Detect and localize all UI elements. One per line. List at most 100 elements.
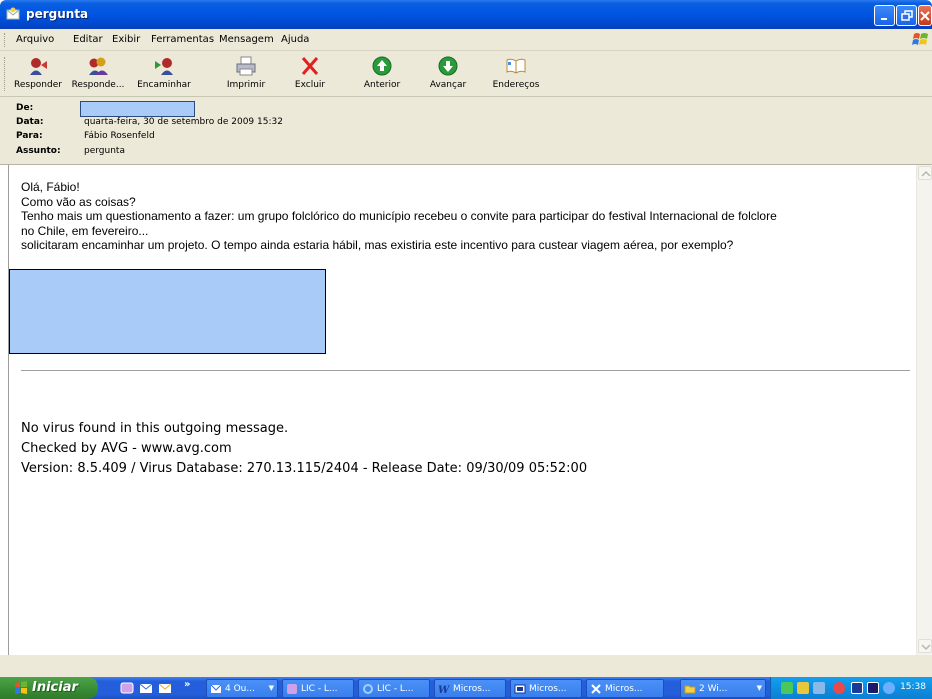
reply-label: Responder <box>14 80 62 90</box>
avg-line: No virus found in this outgoing message. <box>21 421 289 436</box>
outlook-icon <box>210 684 222 693</box>
folder-icon <box>684 685 696 694</box>
forward-icon <box>155 58 173 75</box>
taskbar-button-lic-1[interactable]: LIC - L... <box>282 679 354 698</box>
menu-editar[interactable]: Editar <box>73 34 103 45</box>
ie-icon <box>363 684 373 694</box>
print-button[interactable]: Imprimir <box>218 53 274 95</box>
menu-arquivo[interactable]: Arquivo <box>16 34 54 45</box>
forward-button[interactable]: Encaminhar <box>130 53 198 95</box>
quicklaunch-mail-icon[interactable] <box>139 681 153 695</box>
task-label: 4 Ou... <box>225 684 255 694</box>
redacted-sender <box>80 101 195 117</box>
message-line: Tenho mais um questionamento a fazer: um… <box>21 209 777 223</box>
windows-logo-icon <box>912 33 928 45</box>
addresses-button[interactable]: Endereços <box>486 53 546 95</box>
previous-label: Anterior <box>363 80 401 90</box>
addresses-label: Endereços <box>492 80 540 90</box>
avg-line: Version: 8.5.409 / Virus Database: 270.1… <box>21 461 588 476</box>
taskbar-button-folders[interactable]: 2 Wi... ▼ <box>680 679 766 698</box>
restore-button[interactable] <box>896 5 917 26</box>
previous-button[interactable]: Anterior <box>356 53 408 95</box>
task-label: 2 Wi... <box>699 684 728 694</box>
menu-mensagem[interactable]: Mensagem <box>219 34 274 45</box>
toolbar: Responder Responde... Encaminhar Imprimi… <box>0 51 932 97</box>
start-button[interactable]: Iniciar <box>0 677 98 699</box>
message-line: Olá, Fábio! <box>21 180 80 194</box>
tray-media-icon[interactable] <box>867 682 879 694</box>
system-tray: 15:38 <box>770 677 932 699</box>
task-label: Micros... <box>529 684 567 694</box>
quicklaunch-app-icon[interactable] <box>120 681 134 695</box>
redacted-signature <box>9 269 326 354</box>
to-value: Fábio Rosenfeld <box>84 131 155 141</box>
word-icon: W <box>438 685 450 695</box>
message-text: Olá, Fábio! Como vão as coisas? Tenho ma… <box>21 180 911 253</box>
tray-avg-icon[interactable] <box>851 682 863 694</box>
taskbar: Iniciar » 4 Ou... ▼ LIC - L... LIC - L..… <box>0 677 932 699</box>
task-label: LIC - L... <box>377 684 414 694</box>
delete-button[interactable]: Excluir <box>284 53 336 95</box>
reply-button[interactable]: Responder <box>8 53 68 95</box>
restore-icon <box>901 10 913 21</box>
date-label: Data: <box>16 117 44 127</box>
minimize-button[interactable] <box>874 5 895 26</box>
menu-ajuda[interactable]: Ajuda <box>281 34 309 45</box>
next-button[interactable]: Avançar <box>420 53 476 95</box>
taskbar-button-word[interactable]: W Micros... <box>434 679 506 698</box>
subject-value: pergunta <box>84 146 125 156</box>
menu-grip[interactable] <box>4 33 7 47</box>
scroll-down-button[interactable] <box>918 639 932 653</box>
taskbar-button-excel[interactable]: Micros... <box>586 679 664 698</box>
tray-shield-icon[interactable] <box>833 682 845 694</box>
address-book-icon <box>506 58 526 74</box>
quicklaunch-mail2-icon[interactable] <box>158 681 172 695</box>
close-icon <box>920 11 930 21</box>
forward-label: Encaminhar <box>137 80 191 90</box>
up-arrow-icon <box>372 56 392 76</box>
taskbar-button-presentation[interactable]: Micros... <box>510 679 582 698</box>
from-label: De: <box>16 103 34 113</box>
browser-icon <box>287 684 297 694</box>
avg-footer: No virus found in this outgoing message.… <box>21 419 587 479</box>
chevron-up-icon <box>921 170 931 177</box>
chevron-down-icon <box>921 644 931 651</box>
svg-text:W: W <box>438 685 450 695</box>
date-value: quarta-feira, 30 de setembro de 2009 15:… <box>84 117 283 127</box>
tray-display-icon[interactable] <box>813 682 825 694</box>
message-line: no Chile, em fevereiro... <box>21 223 149 238</box>
close-button[interactable] <box>918 5 932 26</box>
task-label: Micros... <box>605 684 643 694</box>
subject-label: Assunto: <box>16 146 61 156</box>
menu-exibir[interactable]: Exibir <box>112 34 140 45</box>
menu-bar: Arquivo Editar Exibir Ferramentas Mensag… <box>0 29 932 51</box>
vertical-scrollbar[interactable] <box>916 165 932 655</box>
delete-x-icon <box>301 57 319 75</box>
menu-ferramentas[interactable]: Ferramentas <box>151 34 214 45</box>
dropdown-arrow-icon: ▼ <box>756 684 762 692</box>
status-strip <box>0 655 932 677</box>
taskbar-button-lic-2[interactable]: LIC - L... <box>358 679 430 698</box>
toolbar-grip[interactable] <box>4 57 7 91</box>
tray-people-icon[interactable] <box>797 682 809 694</box>
printer-icon <box>236 56 256 76</box>
tray-update-icon[interactable] <box>883 682 895 694</box>
taskbar-button-outlook[interactable]: 4 Ou... ▼ <box>206 679 278 698</box>
tray-network-icon[interactable] <box>781 682 793 694</box>
title-bar[interactable]: pergunta <box>0 0 932 29</box>
task-label: LIC - L... <box>301 684 338 694</box>
message-body[interactable]: Olá, Fábio! Como vão as coisas? Tenho ma… <box>8 165 916 655</box>
start-label: Iniciar <box>32 680 78 695</box>
minimize-icon <box>881 18 887 20</box>
to-label: Para: <box>16 131 43 141</box>
excel-icon <box>591 684 601 694</box>
reply-all-label: Responde... <box>71 80 125 90</box>
avg-line: Checked by AVG - www.avg.com <box>21 441 232 456</box>
reply-all-button[interactable]: Responde... <box>68 53 128 95</box>
message-header: De: Data: quarta-feira, 30 de setembro d… <box>0 97 932 165</box>
scroll-up-button[interactable] <box>918 166 932 180</box>
clock[interactable]: 15:38 <box>900 682 926 692</box>
quicklaunch-more-chevron[interactable]: » <box>184 679 190 690</box>
windows-logo-icon <box>15 681 27 694</box>
message-line: solicitaram encaminhar um projeto. O tem… <box>21 238 734 252</box>
